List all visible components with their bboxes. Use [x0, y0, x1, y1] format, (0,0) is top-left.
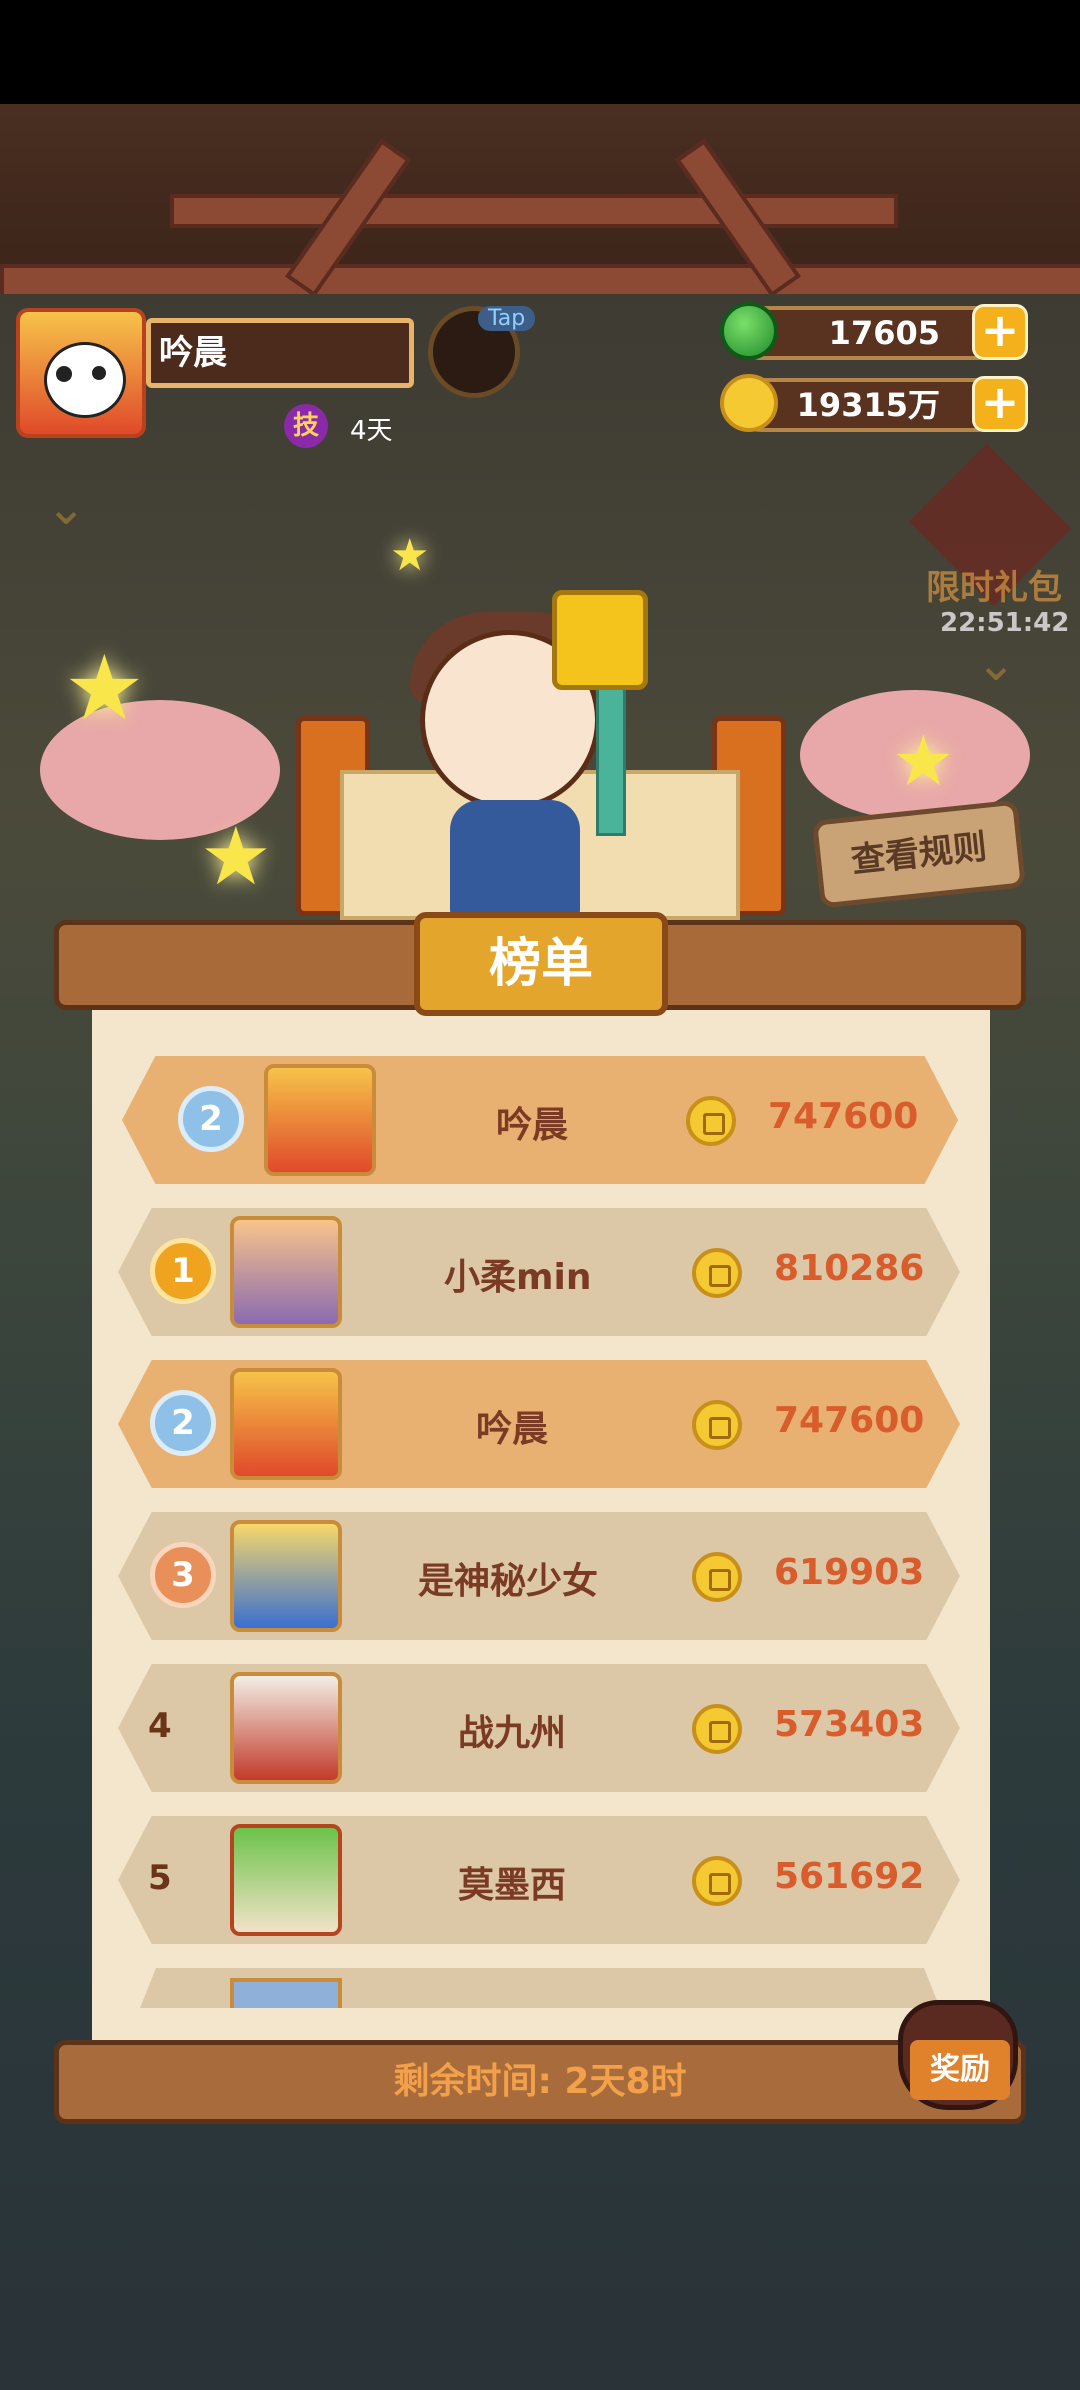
chevron-down-icon[interactable]: ⌄ [46, 480, 86, 536]
player-name: 吟晨 [146, 318, 414, 388]
coin-icon [692, 1552, 742, 1602]
player-avatar[interactable] [16, 308, 146, 438]
table-row[interactable]: 1 小柔min 810286 [118, 1208, 960, 1336]
score: 619903 [774, 1552, 925, 1593]
table-row[interactable]: 2 吟晨 747600 [118, 1360, 960, 1488]
gold-medal-icon: 1 [150, 1238, 216, 1304]
jade-icon [720, 302, 778, 360]
player-name: 是神秘少女 [418, 1561, 599, 1602]
coin-icon [692, 1400, 742, 1450]
skill-badge[interactable]: 技 [284, 404, 328, 448]
star-icon: ★ [200, 810, 272, 903]
score: 561692 [774, 1856, 925, 1897]
avatar [230, 1368, 342, 1480]
avatar [230, 1216, 342, 1328]
coin-icon [692, 1248, 742, 1298]
rank-number: 5 [148, 1858, 172, 1898]
coin-icon [692, 1704, 742, 1754]
silver-medal-icon: 2 [178, 1086, 244, 1152]
gold-coin-icon [720, 374, 778, 432]
player-name: 小柔min [444, 1257, 592, 1298]
rank-number: 4 [148, 1706, 172, 1746]
avatar [230, 1978, 342, 2008]
shovel-handle [596, 680, 626, 836]
coin-icon [686, 1096, 736, 1146]
score: 810286 [774, 1248, 925, 1289]
star-icon: ★ [892, 720, 955, 802]
player-name: 吟晨 [476, 1409, 549, 1450]
bronze-medal-icon: 3 [150, 1542, 216, 1608]
score: 573403 [774, 1704, 925, 1745]
add-jade-button[interactable]: + [972, 304, 1028, 360]
roof-beams [0, 104, 1080, 298]
reward-button[interactable]: 奖励 [910, 2040, 1010, 2100]
silver-medal-icon: 2 [150, 1390, 216, 1456]
status-bar [0, 0, 1080, 104]
gift-timer: 22:51:42 [940, 608, 1070, 638]
chevron-down-icon[interactable]: ⌄ [976, 636, 1016, 692]
time-remaining: 剩余时间: 2天8时 [54, 2040, 1026, 2124]
days-count: 4天 [350, 416, 393, 446]
avatar [230, 1672, 342, 1784]
avatar [230, 1520, 342, 1632]
limited-gift-label[interactable]: 限时礼包 [926, 560, 1062, 609]
player-name: 战九州 [458, 1713, 567, 1754]
table-row[interactable]: 5 莫墨西 561692 [118, 1816, 960, 1944]
leaderboard-title: 榜单 [414, 912, 668, 1016]
score: 747600 [774, 1400, 925, 1441]
star-icon: ★ [390, 530, 430, 581]
coin-icon [692, 1856, 742, 1906]
hero-body [450, 800, 580, 920]
avatar [230, 1824, 342, 1936]
star-icon: ★ [64, 636, 145, 741]
score: 747600 [768, 1096, 919, 1137]
table-row[interactable]: 3 是神秘少女 619903 [118, 1512, 960, 1640]
my-rank-row[interactable]: 2 吟晨 747600 [122, 1056, 958, 1184]
player-name: 吟晨 [496, 1105, 569, 1146]
golden-shovel-icon [552, 590, 648, 690]
add-gold-button[interactable]: + [972, 376, 1028, 432]
table-row[interactable]: 4 战九州 573403 [118, 1664, 960, 1792]
avatar [264, 1064, 376, 1176]
tap-label: Tap [478, 306, 536, 331]
player-name: 莫墨西 [458, 1865, 567, 1906]
